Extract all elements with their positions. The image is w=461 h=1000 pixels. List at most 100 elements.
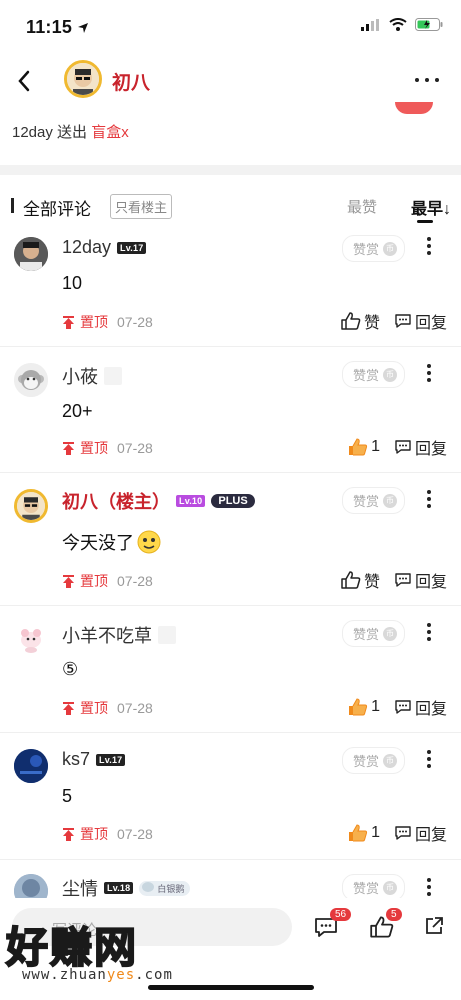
comment-author-name: 初八（楼主） <box>62 492 170 512</box>
comment-actions: 1 回复 <box>348 435 447 459</box>
avatar[interactable] <box>14 489 48 523</box>
pinned-label: 置顶 07-28 <box>62 571 153 591</box>
like-button[interactable]: 1 <box>348 698 380 716</box>
pin-top-icon <box>63 441 74 455</box>
tab-earliest[interactable]: 最早↓ <box>411 195 451 219</box>
status-time: 11:15 <box>26 17 89 38</box>
avatar[interactable] <box>14 237 48 271</box>
status-bar: 11:15 <box>0 0 461 54</box>
reply-button[interactable]: 回复 <box>394 821 447 845</box>
comment-author[interactable]: 小莜 <box>62 363 122 389</box>
reply-button[interactable]: 回复 <box>394 695 447 719</box>
comment-author-name: 小羊不吃草 <box>62 626 152 646</box>
reply-button[interactable]: 回复 <box>394 568 447 592</box>
reply-button[interactable]: 回复 <box>394 435 447 459</box>
share-external-icon <box>426 917 443 934</box>
avatar-face-icon <box>67 63 99 95</box>
pinned-label: 置顶 07-28 <box>62 312 153 332</box>
rank-badge: 白银鹅 <box>139 880 191 896</box>
pinned-label: 置顶 07-28 <box>62 824 153 844</box>
avatar-face-icon <box>17 492 45 520</box>
watermark-url: www.zhuanyes.com <box>22 967 173 983</box>
reply-button[interactable]: 回复 <box>394 309 447 333</box>
comment-more-icon[interactable] <box>427 623 431 644</box>
emoji-sticker-icon <box>137 530 161 554</box>
thumbs-up-filled-icon <box>349 698 368 716</box>
tab-most-liked[interactable]: 最赞 <box>347 196 377 217</box>
comment-body: 20+ <box>62 401 93 421</box>
sheep-avatar-icon <box>14 622 48 656</box>
comment-more-icon[interactable] <box>427 878 431 899</box>
avatar-blue-icon <box>14 749 48 783</box>
gift-item-link[interactable]: 盲盒x <box>91 124 129 141</box>
like-button[interactable]: 赞 <box>341 309 380 333</box>
reply-bubble-icon <box>395 700 411 714</box>
tip-button[interactable]: 赞赏币 <box>341 487 405 514</box>
pin-top-icon <box>63 315 74 329</box>
comment-date: 07-28 <box>117 573 153 589</box>
tip-button[interactable]: 赞赏币 <box>341 235 405 262</box>
comment-date: 07-28 <box>117 314 153 330</box>
coin-icon: 币 <box>383 753 397 768</box>
hidden-badge <box>104 367 122 385</box>
tab-marker <box>11 198 14 213</box>
gift-notice: 12day 送出 盲盒x <box>12 121 129 142</box>
comment-author-name: 小莜 <box>62 367 98 387</box>
level-badge: Lv.17 <box>96 753 126 766</box>
comment-author[interactable]: 初八（楼主） Lv.10 PLUS <box>62 488 255 514</box>
avatar[interactable] <box>14 363 48 397</box>
avatar[interactable] <box>14 622 48 656</box>
comment-author[interactable]: ks7 Lv.17 <box>62 749 126 770</box>
pinned-label: 置顶 07-28 <box>62 438 153 458</box>
thumbs-up-icon <box>341 312 361 330</box>
tab-all-comments[interactable]: 全部评论 <box>23 195 91 220</box>
like-button[interactable]: 1 <box>348 824 380 842</box>
gift-prefix: 12day 送出 <box>12 124 92 141</box>
tip-button[interactable]: 赞赏币 <box>341 361 405 388</box>
comment-tabs: 全部评论 只看楼主 最赞 最早↓ <box>0 175 461 227</box>
comment-more-icon[interactable] <box>427 364 431 385</box>
comment-more-icon[interactable] <box>427 490 431 511</box>
like-button[interactable]: 赞 <box>341 568 380 592</box>
pin-top-icon <box>63 701 74 715</box>
author-avatar[interactable] <box>64 60 102 98</box>
back-arrow-icon[interactable] <box>14 68 36 94</box>
author-name[interactable]: 初八 <box>112 68 150 95</box>
plus-badge: PLUS <box>211 494 255 508</box>
comment-author[interactable]: 12day Lv.17 <box>62 237 147 258</box>
avatar-face-icon <box>14 237 48 271</box>
coin-icon: 币 <box>383 626 397 641</box>
level-badge: Lv.10 <box>176 495 206 507</box>
thumbs-up-icon <box>341 571 361 589</box>
comment-actions: 1 回复 <box>348 695 447 719</box>
comment-author[interactable]: 小羊不吃草 <box>62 622 176 648</box>
comment-date: 07-28 <box>117 826 153 842</box>
comments-button[interactable]: 56 <box>314 908 352 943</box>
reply-bubble-icon <box>395 826 411 840</box>
level-badge: Lv.18 <box>104 882 134 894</box>
comment-item: 小羊不吃草 赞赏币 ⑤ 置顶 07-28 1 回复 <box>0 606 461 733</box>
site-watermark: 好赚网 www.zhuanyes.com <box>0 912 200 992</box>
thumbs-up-filled-icon <box>349 824 368 842</box>
floating-red-shape <box>395 102 433 114</box>
location-arrow-icon <box>78 23 89 33</box>
share-button[interactable] <box>424 916 444 941</box>
comment-more-icon[interactable] <box>427 237 431 258</box>
monkey-avatar-icon <box>14 363 48 397</box>
tip-button[interactable]: 赞赏币 <box>341 620 405 647</box>
avatar[interactable] <box>14 749 48 783</box>
more-options-icon[interactable] <box>415 78 439 82</box>
level-badge: Lv.17 <box>117 241 147 254</box>
watermark-logo-text: 好赚网 <box>5 922 139 973</box>
comment-body: 5 <box>62 786 73 806</box>
comment-item: 12day Lv.17 赞赏币 10 置顶 07-28 赞 回复 <box>0 227 461 347</box>
tip-button[interactable]: 赞赏币 <box>341 747 405 774</box>
post-like-button[interactable]: 5 <box>370 908 402 943</box>
only-author-button[interactable]: 只看楼主 <box>110 194 173 219</box>
comment-more-icon[interactable] <box>427 750 431 771</box>
reply-bubble-icon <box>395 314 411 328</box>
comment-count-badge: 56 <box>330 908 352 921</box>
coin-icon: 币 <box>383 241 397 256</box>
tip-button[interactable]: 赞赏币 <box>341 874 405 901</box>
like-button[interactable]: 1 <box>348 438 380 456</box>
